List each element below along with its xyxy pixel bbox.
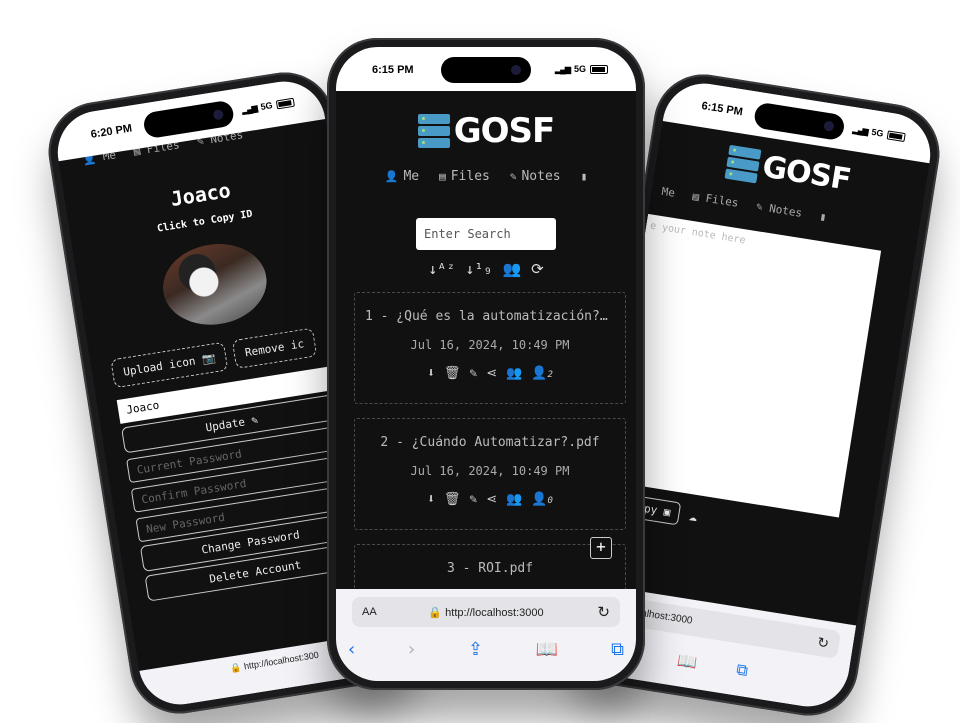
user-count[interactable]: 👤2	[531, 366, 553, 381]
app-logo: GOSF	[336, 111, 636, 151]
server-icon	[724, 144, 762, 183]
nav-me[interactable]: 👤 Me	[385, 169, 419, 184]
file-name[interactable]: 1 - ¿Qué es la automatización?.pdf	[355, 309, 625, 324]
status-time: 6:20 PM	[89, 122, 133, 141]
camera-icon: 📷	[200, 351, 217, 367]
download-icon[interactable]: ⬇	[427, 366, 435, 381]
edit-icon[interactable]: ✎	[469, 366, 477, 381]
share-icon[interactable]: ⋖	[486, 492, 497, 507]
lock-icon: 🔒	[229, 661, 243, 674]
reload-icon: ↻	[816, 633, 831, 652]
trash-icon[interactable]: 🗑	[444, 492, 461, 507]
download-icon[interactable]: ⬇	[427, 492, 435, 507]
group-icon[interactable]: 👥	[506, 366, 522, 381]
door-icon[interactable]: ▮	[819, 210, 828, 224]
file-name[interactable]: 3 - ROI.pdf	[355, 561, 625, 576]
screen-center: 6:15 PM ▂▄▆ 5G GOSF 👤 Me ▤ Files ✎ Notes ▮ E…	[336, 47, 636, 681]
app-name: GOSF	[453, 111, 556, 151]
url-text: http://localhost:3000	[445, 607, 544, 619]
signal-indicator: ▂▄▆ 5G	[241, 97, 295, 115]
clipboard-icon: ▣	[662, 505, 672, 519]
file-card: 1 - ¿Qué es la automatización?.pdf Jul 1…	[354, 292, 626, 404]
shared-users-icon[interactable]: 👥	[502, 260, 521, 278]
server-icon	[417, 114, 450, 148]
archive-icon: ▤	[439, 170, 446, 183]
file-name[interactable]: 2 - ¿Cuándo Automatizar?.pdf	[355, 435, 625, 450]
file-card: 3 - ROI.pdf	[354, 544, 626, 589]
upload-icon-button[interactable]: Upload icon 📷	[110, 341, 229, 389]
forward-icon[interactable]: ›	[408, 639, 415, 660]
trash-icon[interactable]: 🗑	[444, 366, 461, 381]
url-bar[interactable]: AA 🔒 http://localhost:3000 ↻	[352, 597, 620, 627]
sort-controls: ↓ᴬᶻ ↓¹₉ 👥 ⟳	[336, 260, 636, 278]
bookmarks-icon[interactable]: 📖	[676, 650, 699, 673]
search-input[interactable]: Enter Search	[416, 218, 556, 250]
file-date: Jul 16, 2024, 10:49 PM	[410, 338, 570, 352]
files-page: GOSF 👤 Me ▤ Files ✎ Notes ▮ Enter Search ↓ᴬ…	[336, 91, 636, 589]
nav-me[interactable]: Me	[661, 185, 676, 200]
status-time: 6:15 PM	[372, 64, 414, 76]
status-time: 6:15 PM	[700, 99, 744, 119]
signal-indicator: ▂▄▆ 5G	[555, 64, 608, 74]
file-date: Jul 16, 2024, 10:49 PM	[410, 464, 570, 478]
top-nav: 👤 Me ▤ Files ✎ Notes ▮	[336, 169, 636, 184]
back-icon[interactable]: ‹	[348, 639, 355, 660]
edit-icon: ✎	[250, 413, 260, 428]
note-textarea[interactable]: e your note here	[605, 213, 882, 518]
tabs-icon[interactable]: ⧉	[611, 639, 624, 660]
nav-notes[interactable]: ✎ Notes	[510, 169, 561, 184]
battery-icon	[886, 129, 906, 142]
lock-icon: 🔒	[428, 607, 443, 619]
share-icon[interactable]: ⇪	[468, 639, 483, 660]
nav-notes[interactable]: ✎ Notes	[755, 200, 803, 220]
nav-files[interactable]: ▤ Files	[692, 190, 740, 210]
signal-indicator: ▂▄▆ 5G	[852, 124, 906, 142]
browser-toolbar: ‹ › ⇪ 📖 ⧉	[348, 639, 624, 660]
edit-icon[interactable]: ✎	[469, 492, 477, 507]
add-file-button[interactable]: +	[590, 537, 612, 559]
reload-icon[interactable]: ↻	[597, 603, 610, 621]
sort-alpha-icon[interactable]: ↓ᴬᶻ	[428, 260, 455, 278]
share-icon[interactable]: ⋖	[486, 366, 497, 381]
refresh-icon[interactable]: ⟳	[531, 260, 544, 278]
nav-files[interactable]: ▤ Files	[439, 169, 490, 184]
phone-center: 6:15 PM ▂▄▆ 5G GOSF 👤 Me ▤ Files ✎ Notes ▮ E…	[327, 38, 645, 690]
door-icon: ▮	[580, 170, 588, 183]
battery-icon	[275, 97, 295, 109]
person-icon: 👤	[384, 170, 399, 183]
tabs-icon[interactable]: ⧉	[735, 659, 749, 681]
cloud-icon[interactable]: ☁	[688, 508, 699, 525]
url-text[interactable]: http://localhost:300	[243, 650, 319, 672]
bookmarks-icon[interactable]: 📖	[536, 639, 558, 660]
remove-icon-button[interactable]: Remove ic	[231, 327, 318, 370]
browser-bar: AA 🔒 http://localhost:3000 ↻ ‹ › ⇪ 📖 ⧉	[336, 589, 636, 681]
avatar	[157, 236, 273, 332]
dynamic-island	[441, 57, 531, 83]
nav-logout[interactable]: ▮	[581, 169, 588, 184]
pencil-icon: ✎	[509, 170, 517, 183]
battery-icon	[590, 64, 608, 74]
sort-numeric-icon[interactable]: ↓¹₉	[465, 260, 492, 278]
file-card: 2 - ¿Cuándo Automatizar?.pdf Jul 16, 202…	[354, 418, 626, 530]
group-icon[interactable]: 👥	[506, 492, 522, 507]
user-count[interactable]: 👤0	[531, 492, 553, 507]
